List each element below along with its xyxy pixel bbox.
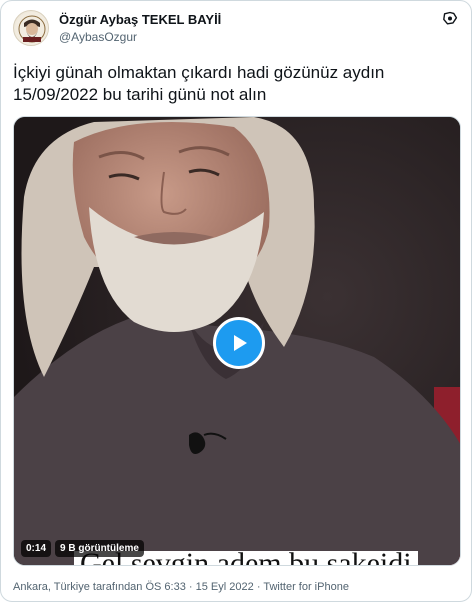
meta-separator-2: ·	[256, 581, 261, 593]
tweet-card: Özgür Aybaş TEKEL BAYİİ @AybasOzgur İçki…	[0, 0, 472, 602]
play-button[interactable]	[213, 317, 265, 369]
tweet-location[interactable]: Ankara, Türkiye tarafından	[13, 581, 142, 593]
video-player[interactable]: Gel sevgin adem bu sakeidi 0:14 9 B görü…	[13, 116, 461, 566]
author-handle[interactable]: @AybasOzgur	[59, 30, 137, 44]
video-duration-badge: 0:14	[21, 540, 52, 557]
video-views-badge: 9 B görüntüleme	[55, 540, 144, 557]
profile-avatar-icon[interactable]	[13, 10, 49, 46]
tweet-text: İçkiyi günah olmaktan çıkardı hadi gözün…	[13, 62, 453, 106]
tweet-time[interactable]: ÖS 6:33	[145, 581, 185, 593]
tweet-text-line-2: 15/09/2022 bu tarihi günü not alın	[13, 85, 267, 104]
author-display-name[interactable]: Özgür Aybaş TEKEL BAYİİ	[59, 12, 221, 27]
tweet-source[interactable]: Twitter for iPhone	[263, 581, 349, 593]
tweet-date[interactable]: 15 Eyl 2022	[196, 581, 254, 593]
play-icon	[234, 335, 247, 351]
more-options-icon[interactable]	[439, 9, 461, 31]
meta-separator-1: ·	[188, 581, 193, 593]
tweet-text-line-1: İçkiyi günah olmaktan çıkardı hadi gözün…	[13, 63, 385, 82]
video-badges: 0:14 9 B görüntüleme	[21, 540, 144, 557]
tweet-metadata: Ankara, Türkiye tarafından ÖS 6:33 · 15 …	[13, 581, 349, 593]
